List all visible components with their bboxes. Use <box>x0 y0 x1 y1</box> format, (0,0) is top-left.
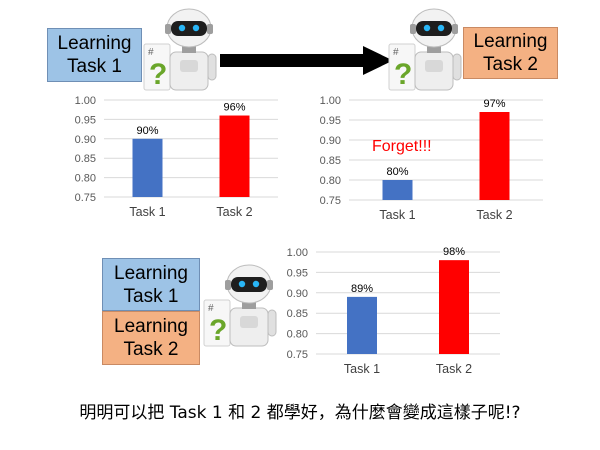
y-tick-label: 0.95 <box>287 267 308 279</box>
data-label: 98% <box>443 246 465 258</box>
svg-text:#: # <box>148 47 154 58</box>
bar-task1 <box>382 180 413 200</box>
robot-icon: #? <box>388 8 462 91</box>
sequential-arrow <box>220 46 393 75</box>
x-category-label: Task 2 <box>216 205 252 219</box>
question-mark: ? <box>394 58 412 91</box>
chart-after-task2: 0.75 0.80 0.85 0.90 0.95 1.00 80% Task 1 97% Task… <box>320 95 543 222</box>
question-mark: ? <box>149 58 167 91</box>
data-label: 80% <box>386 166 408 178</box>
y-tick-label: 0.95 <box>75 114 96 126</box>
joint-learning-task1-label: Learning Task 1 <box>114 262 188 307</box>
data-label: 97% <box>483 98 505 110</box>
y-tick-label: 1.00 <box>320 95 341 107</box>
data-label: 89% <box>351 283 373 295</box>
y-tick-label: 0.75 <box>75 192 96 204</box>
y-tick-label: 0.80 <box>320 175 341 187</box>
bar-task1 <box>347 296 377 354</box>
x-category-label: Task 2 <box>436 362 472 376</box>
caption: 明明可以把 Task 1 和 2 都學好，為什麼會變成這樣子呢!? <box>79 403 521 423</box>
y-tick-label: 0.85 <box>320 155 341 167</box>
chart-joint-training: 0.75 0.80 0.85 0.90 0.95 1.00 89% Task 1 98% Task… <box>287 246 500 376</box>
joint-learning-task2-box: Learning Task 2 <box>102 311 200 365</box>
bar-task2 <box>219 115 250 197</box>
y-tick-label: 0.75 <box>320 195 341 207</box>
svg-text:#: # <box>393 47 399 58</box>
joint-learning-task1-box: Learning Task 1 <box>102 258 200 311</box>
x-category-label: Task 1 <box>344 362 380 376</box>
y-tick-label: 0.85 <box>75 153 96 165</box>
x-category-label: Task 2 <box>476 208 512 222</box>
y-tick-label: 0.90 <box>287 288 308 300</box>
y-tick-label: 1.00 <box>287 247 308 259</box>
svg-text:#: # <box>208 303 214 314</box>
question-mark: ? <box>209 314 227 347</box>
y-tick-label: 0.95 <box>320 115 341 127</box>
y-tick-label: 1.00 <box>75 95 96 107</box>
joint-learning-task2-label: Learning Task 2 <box>114 316 188 360</box>
y-tick-label: 0.80 <box>287 329 308 341</box>
y-tick-label: 0.90 <box>75 134 96 146</box>
data-label: 96% <box>223 102 245 114</box>
x-category-label: Task 1 <box>129 205 165 219</box>
learning-task2-label: Learning Task 2 <box>473 31 548 75</box>
y-tick-label: 0.80 <box>75 173 96 185</box>
learning-task1-label: Learning Task 1 <box>57 33 132 77</box>
forget-annotation: Forget!!! <box>372 138 432 155</box>
y-tick-label: 0.85 <box>287 308 308 320</box>
data-label: 90% <box>136 125 158 137</box>
y-tick-label: 0.90 <box>320 135 341 147</box>
bar-task2 <box>439 260 469 354</box>
chart-task1-only: 0.75 0.80 0.85 0.90 0.95 1.00 90% Task 1 96% Task… <box>75 95 278 219</box>
learning-task2-box: Learning Task 2 <box>463 27 558 79</box>
robot-icon: #? <box>203 264 277 347</box>
robot-icon: #? <box>143 8 217 91</box>
bar-task1 <box>132 138 163 197</box>
bar-task2 <box>479 112 510 200</box>
x-category-label: Task 1 <box>379 208 415 222</box>
learning-task1-box: Learning Task 1 <box>47 28 142 82</box>
y-tick-label: 0.75 <box>287 349 308 361</box>
